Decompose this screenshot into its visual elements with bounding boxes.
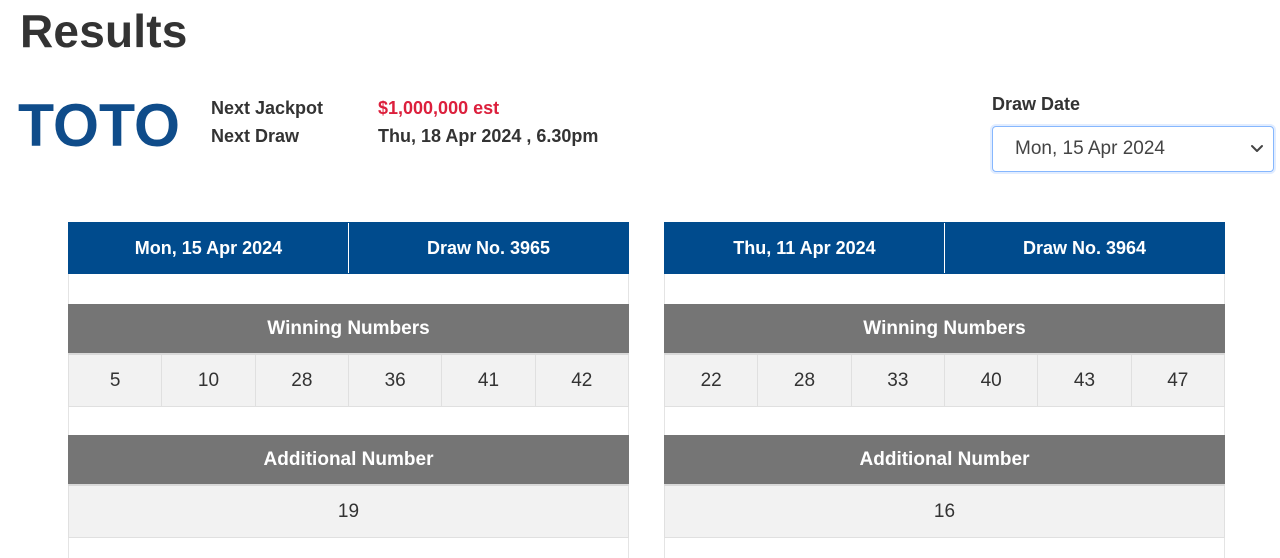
winning-numbers-heading: Winning Numbers bbox=[68, 304, 629, 355]
next-draw-value: Thu, 18 Apr 2024 , 6.30pm bbox=[378, 125, 599, 146]
winning-number: 10 bbox=[161, 355, 254, 406]
toto-logo: TOTO bbox=[18, 98, 180, 150]
draw-card: Thu, 11 Apr 2024 Draw No. 3964 Winning N… bbox=[664, 222, 1225, 558]
draw-date-select[interactable]: Mon, 15 Apr 2024 bbox=[992, 126, 1274, 172]
spacer bbox=[68, 407, 629, 435]
next-draw-row: Next Draw Thu, 18 Apr 2024 , 6.30pm bbox=[211, 122, 598, 150]
next-jackpot-value: $1,000,000 est bbox=[378, 97, 500, 118]
next-draw-label: Next Draw bbox=[211, 125, 300, 146]
winning-number: 22 bbox=[700, 369, 722, 391]
draw-number: Draw No. 3964 bbox=[944, 223, 1224, 273]
page-title: Results bbox=[20, 5, 188, 57]
draw-date: Mon, 15 Apr 2024 bbox=[134, 237, 283, 258]
draw-card-header: Mon, 15 Apr 2024 Draw No. 3965 bbox=[68, 222, 629, 274]
winning-number: 33 bbox=[850, 355, 944, 406]
winning-number: 36 bbox=[347, 355, 441, 406]
winning-number: 47 bbox=[1130, 355, 1224, 406]
spacer bbox=[664, 538, 1225, 558]
winning-numbers-heading: Winning Numbers bbox=[664, 304, 1225, 355]
winning-numbers-row: 5 10 28 36 41 42 bbox=[68, 355, 629, 407]
winning-number: 28 bbox=[254, 355, 348, 406]
winning-numbers-row: 22 28 33 40 43 47 bbox=[664, 355, 1225, 407]
next-jackpot-row: Next Jackpot $1,000,000 est bbox=[211, 94, 598, 122]
winning-number: 40 bbox=[943, 355, 1037, 406]
winning-number: 28 bbox=[757, 355, 850, 406]
spacer bbox=[68, 538, 629, 558]
next-jackpot-label: Next Jackpot bbox=[211, 97, 324, 118]
draw-date-selected: Mon, 15 Apr 2024 bbox=[1015, 138, 1165, 159]
spacer bbox=[68, 274, 629, 304]
chevron-down-icon bbox=[1251, 145, 1263, 152]
winning-number: 42 bbox=[534, 355, 628, 406]
winning-number: 41 bbox=[441, 355, 534, 406]
spacer bbox=[664, 407, 1225, 435]
draw-date: Thu, 11 Apr 2024 bbox=[733, 237, 876, 258]
draw-card: Mon, 15 Apr 2024 Draw No. 3965 Winning N… bbox=[68, 222, 629, 558]
additional-number-heading: Additional Number bbox=[68, 435, 629, 486]
spacer bbox=[664, 274, 1225, 304]
winning-number: 5 bbox=[109, 369, 121, 391]
additional-number: 16 bbox=[664, 486, 1225, 538]
page: Results TOTO Next Jackpot $1,000,000 est… bbox=[0, 0, 1280, 558]
svg-text:TOTO: TOTO bbox=[18, 98, 180, 150]
additional-number: 19 bbox=[68, 486, 629, 538]
winning-number: 43 bbox=[1037, 355, 1130, 406]
draw-card-header: Thu, 11 Apr 2024 Draw No. 3964 bbox=[664, 222, 1225, 274]
draw-date-label: Draw Date bbox=[992, 94, 1081, 114]
draw-number: Draw No. 3965 bbox=[348, 223, 628, 273]
additional-number-heading: Additional Number bbox=[664, 435, 1225, 486]
jackpot-info: Next Jackpot $1,000,000 est Next Draw Th… bbox=[211, 94, 598, 150]
